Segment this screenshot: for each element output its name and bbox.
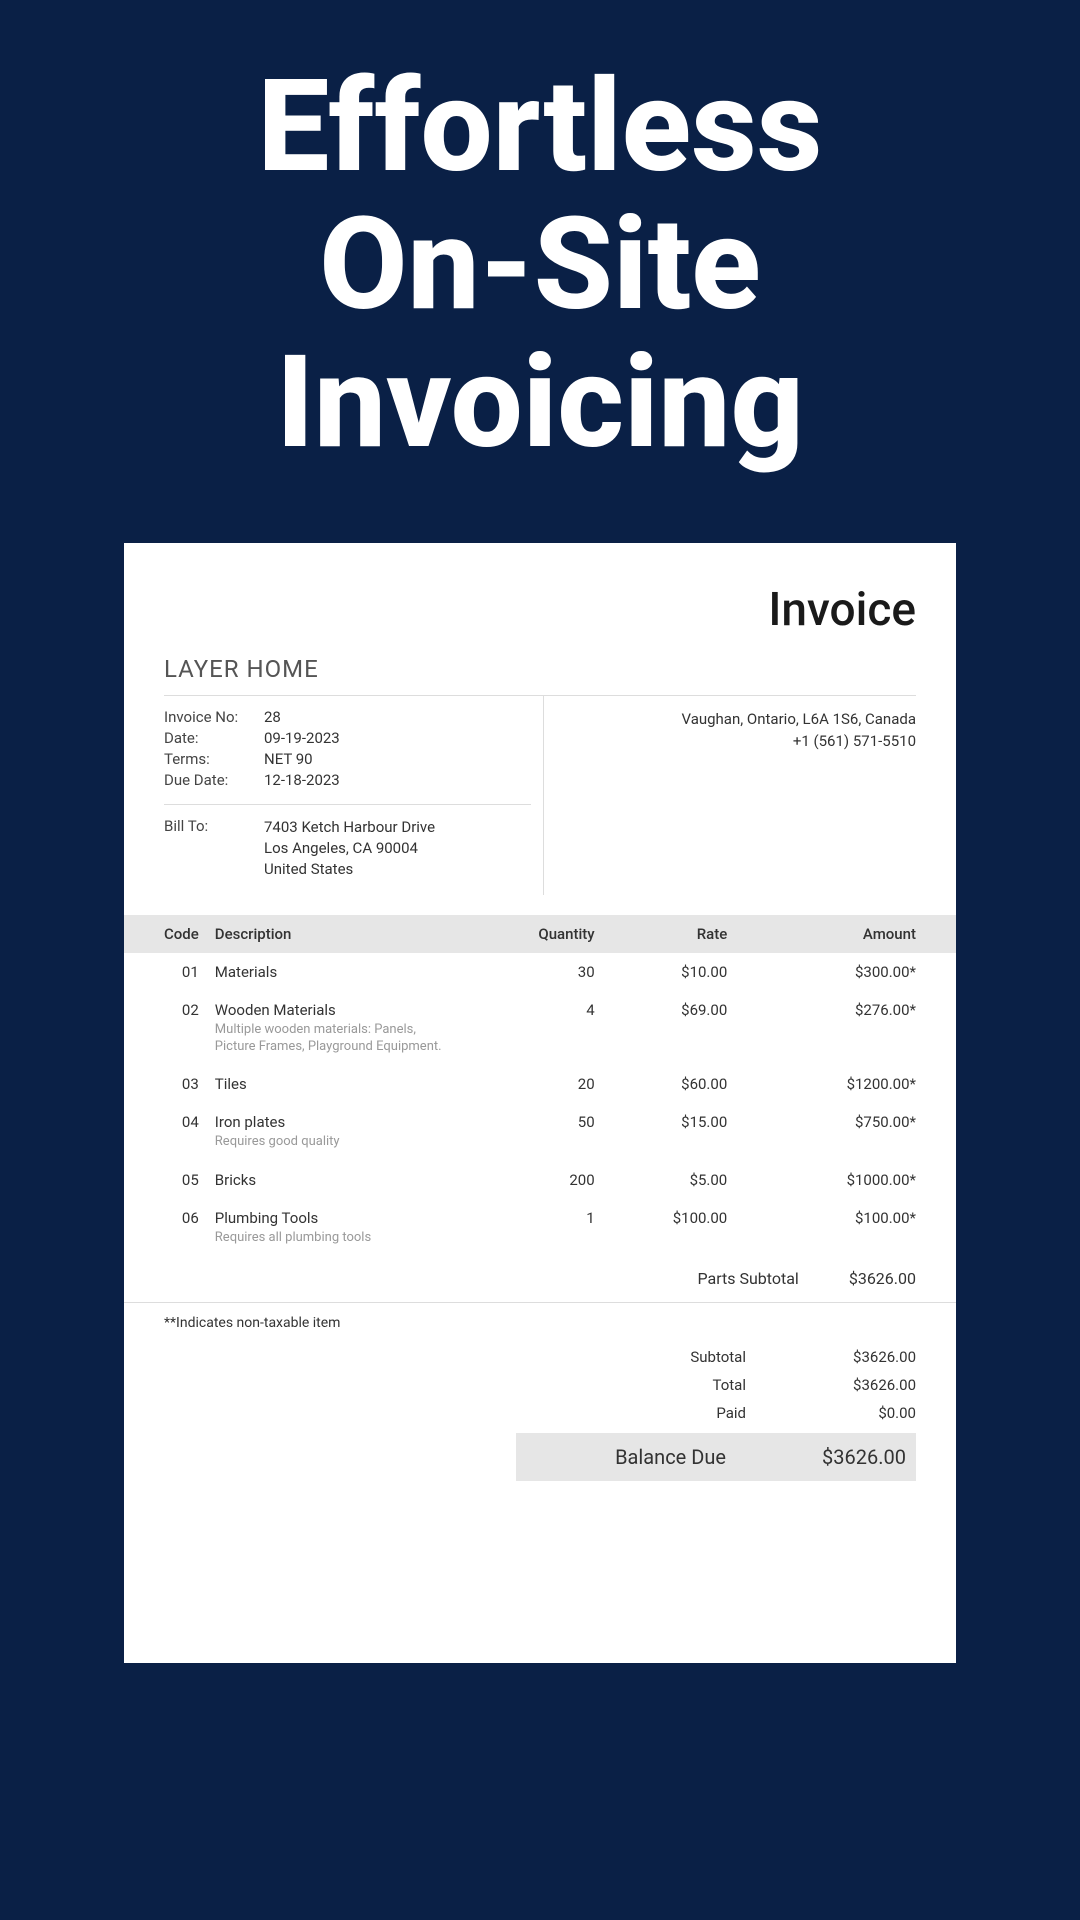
cell-quantity: 20 (467, 1065, 603, 1103)
headline-line-2: On-Site (0, 196, 1080, 334)
cell-amount: $276.00* (735, 991, 956, 1066)
invoice-document: Invoice LAYER HOME Invoice No: 28 Date: … (124, 543, 956, 1663)
cell-quantity: 50 (467, 1103, 603, 1161)
cell-description: Wooden MaterialsMultiple wooden material… (207, 991, 467, 1066)
cell-amount: $100.00* (735, 1199, 956, 1257)
table-row: 04Iron platesRequires good quality50$15.… (124, 1103, 956, 1161)
bill-to-line-1: 7403 Ketch Harbour Drive (264, 817, 435, 838)
cell-description: Tiles (207, 1065, 467, 1103)
cell-code: 02 (124, 991, 207, 1066)
cell-code: 05 (124, 1161, 207, 1199)
date-row: Date: 09-19-2023 (164, 729, 531, 747)
cell-rate: $100.00 (603, 1199, 736, 1257)
table-row: 03Tiles20$60.00$1200.00* (124, 1065, 956, 1103)
cell-amount: $1000.00* (735, 1161, 956, 1199)
table-row: 02Wooden MaterialsMultiple wooden materi… (124, 991, 956, 1066)
balance-due-label: Balance Due (516, 1445, 766, 1469)
cell-amount: $750.00* (735, 1103, 956, 1161)
cell-rate: $60.00 (603, 1065, 736, 1103)
company-name: LAYER HOME (164, 655, 916, 683)
totals-section: Subtotal $3626.00 Total $3626.00 Paid $0… (516, 1343, 916, 1481)
subtotal-row: Subtotal $3626.00 (516, 1343, 916, 1371)
item-subtext: Requires all plumbing tools (215, 1230, 459, 1247)
line-items-table: Code Description Quantity Rate Amount 01… (124, 915, 956, 1258)
invoice-no-value: 28 (264, 708, 281, 726)
total-label: Total (516, 1376, 786, 1394)
from-line-1: Vaughan, Ontario, L6A 1S6, Canada (544, 708, 916, 731)
due-value: 12-18-2023 (264, 771, 340, 789)
cell-code: 03 (124, 1065, 207, 1103)
table-row: 05Bricks200$5.00$1000.00* (124, 1161, 956, 1199)
col-code: Code (124, 915, 207, 953)
cell-rate: $69.00 (603, 991, 736, 1066)
cell-quantity: 30 (467, 953, 603, 991)
col-rate: Rate (603, 915, 736, 953)
table-header-row: Code Description Quantity Rate Amount (124, 915, 956, 953)
bill-to-row: Bill To: 7403 Ketch Harbour Drive Los An… (164, 817, 531, 880)
cell-description: Materials (207, 953, 467, 991)
marketing-headline: Effortless On-Site Invoicing (0, 0, 1080, 473)
headline-line-1: Effortless (0, 58, 1080, 196)
invoice-no-row: Invoice No: 28 (164, 708, 531, 726)
due-label: Due Date: (164, 771, 264, 789)
paid-row: Paid $0.00 (516, 1399, 916, 1427)
total-row: Total $3626.00 (516, 1371, 916, 1399)
col-description: Description (207, 915, 467, 953)
balance-due-value: $3626.00 (766, 1445, 916, 1469)
parts-subtotal-value: $3626.00 (849, 1269, 916, 1288)
cell-description: Bricks (207, 1161, 467, 1199)
cell-rate: $15.00 (603, 1103, 736, 1161)
cell-rate: $5.00 (603, 1161, 736, 1199)
cell-quantity: 1 (467, 1199, 603, 1257)
date-value: 09-19-2023 (264, 729, 340, 747)
due-row: Due Date: 12-18-2023 (164, 771, 531, 789)
item-subtext: Requires good quality (215, 1134, 459, 1151)
parts-subtotal-label: Parts Subtotal (698, 1269, 799, 1288)
cell-code: 01 (124, 953, 207, 991)
bill-to-label: Bill To: (164, 817, 264, 880)
terms-value: NET 90 (264, 750, 313, 768)
subtotal-label: Subtotal (516, 1348, 786, 1366)
item-subtext: Multiple wooden materials: Panels, Pictu… (215, 1022, 459, 1056)
terms-label: Terms: (164, 750, 264, 768)
cell-description: Iron platesRequires good quality (207, 1103, 467, 1161)
cell-rate: $10.00 (603, 953, 736, 991)
document-title: Invoice (164, 583, 916, 637)
bill-to-line-3: United States (264, 859, 435, 880)
cell-quantity: 200 (467, 1161, 603, 1199)
taxable-note: **Indicates non-taxable item (164, 1303, 916, 1343)
table-row: 06Plumbing ToolsRequires all plumbing to… (124, 1199, 956, 1257)
date-label: Date: (164, 729, 264, 747)
table-row: 01Materials30$10.00$300.00* (124, 953, 956, 991)
col-quantity: Quantity (467, 915, 603, 953)
cell-amount: $1200.00* (735, 1065, 956, 1103)
paid-value: $0.00 (786, 1404, 916, 1422)
bill-to-line-2: Los Angeles, CA 90004 (264, 838, 435, 859)
cell-amount: $300.00* (735, 953, 956, 991)
cell-quantity: 4 (467, 991, 603, 1066)
col-amount: Amount (735, 915, 956, 953)
bill-to-address: 7403 Ketch Harbour Drive Los Angeles, CA… (264, 817, 435, 880)
from-line-2: +1 (561) 571-5510 (544, 730, 916, 753)
cell-code: 06 (124, 1199, 207, 1257)
terms-row: Terms: NET 90 (164, 750, 531, 768)
paid-label: Paid (516, 1404, 786, 1422)
cell-code: 04 (124, 1103, 207, 1161)
subtotal-value: $3626.00 (786, 1348, 916, 1366)
invoice-no-label: Invoice No: (164, 708, 264, 726)
total-value: $3626.00 (786, 1376, 916, 1394)
invoice-meta: Invoice No: 28 Date: 09-19-2023 Terms: N… (164, 695, 916, 895)
headline-line-3: Invoicing (0, 334, 1080, 472)
cell-description: Plumbing ToolsRequires all plumbing tool… (207, 1199, 467, 1257)
balance-due-row: Balance Due $3626.00 (516, 1433, 916, 1481)
parts-subtotal-section: Parts Subtotal $3626.00 (124, 1257, 956, 1303)
